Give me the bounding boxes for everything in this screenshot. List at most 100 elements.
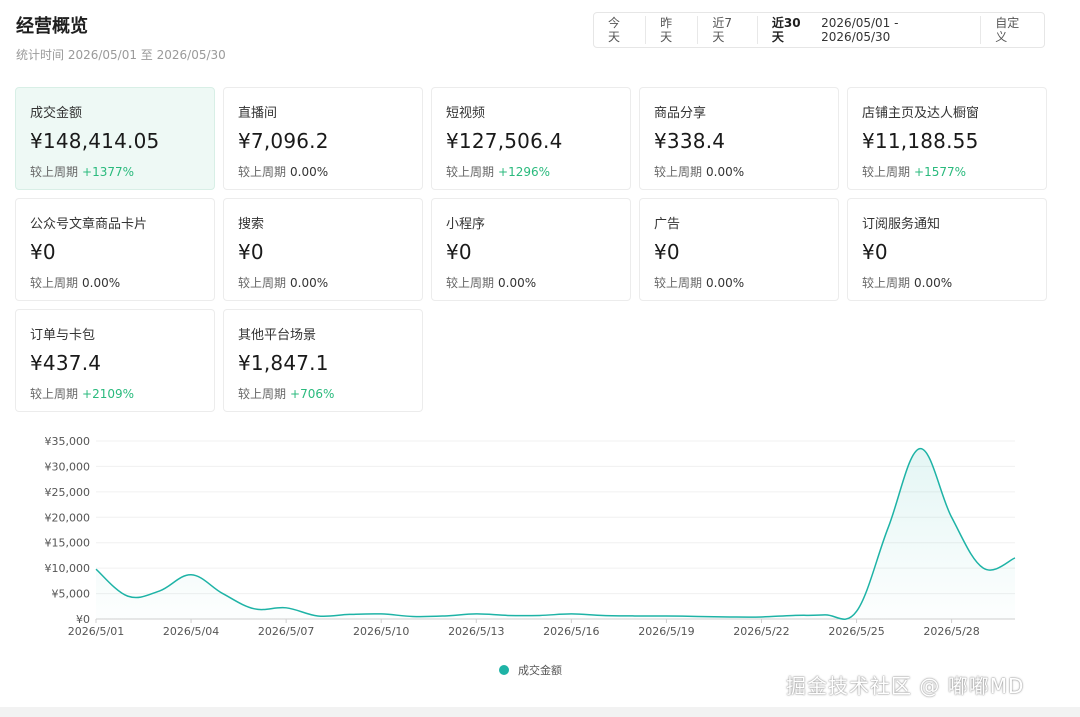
- card-label: 成交金额: [30, 106, 83, 121]
- card-label: 直播间: [238, 106, 278, 121]
- card-label: 店铺主页及达人橱窗: [862, 106, 980, 121]
- y-tick-label: ¥35,000: [45, 435, 91, 448]
- card-compare: 较上周期 +1577%: [862, 163, 1032, 180]
- card-label: 搜索: [238, 217, 265, 232]
- x-tick-label: 2026/5/13: [448, 625, 504, 638]
- compare-label: 较上周期: [30, 276, 79, 290]
- card-value: ¥437.4: [30, 351, 102, 375]
- card-compare: 较上周期 +1377%: [30, 163, 200, 180]
- metric-card-subscription[interactable]: 订阅服务通知 ¥0 较上周期 0.00%: [847, 198, 1047, 301]
- compare-label: 较上周期: [238, 165, 287, 179]
- x-tick-label: 2026/5/01: [68, 625, 124, 638]
- x-tick-label: 2026/5/10: [353, 625, 409, 638]
- card-label: 广告: [654, 217, 681, 232]
- card-value: ¥0: [30, 240, 56, 264]
- compare-percent: 0.00%: [82, 276, 121, 290]
- compare-percent: +1577%: [914, 165, 967, 179]
- compare-label: 较上周期: [30, 387, 79, 401]
- card-compare: 较上周期 0.00%: [654, 163, 824, 180]
- compare-percent: 0.00%: [290, 165, 329, 179]
- metric-cards: 成交金额 ¥148,414.05 较上周期 +1377% 直播间 ¥7,096.2…: [15, 87, 1047, 412]
- card-value: ¥0: [654, 240, 680, 264]
- compare-percent: 0.00%: [706, 165, 745, 179]
- metric-card-article-card[interactable]: 公众号文章商品卡片 ¥0 较上周期 0.00%: [15, 198, 215, 301]
- metric-card-mini-program[interactable]: 小程序 ¥0 较上周期 0.00%: [431, 198, 631, 301]
- card-label: 短视频: [446, 106, 486, 121]
- card-value: ¥11,188.55: [862, 129, 979, 153]
- range-last7-button[interactable]: 近7天: [698, 16, 758, 44]
- compare-label: 较上周期: [654, 276, 703, 290]
- range-today-button[interactable]: 今天: [594, 16, 647, 44]
- card-value: ¥338.4: [654, 129, 726, 153]
- card-compare: 较上周期 0.00%: [30, 274, 200, 291]
- y-tick-label: ¥10,000: [45, 562, 91, 575]
- page-header: 经营概览 统计时间 2026/05/01 至 2026/05/30: [16, 12, 226, 63]
- y-tick-label: ¥20,000: [45, 511, 91, 524]
- x-tick-label: 2026/5/25: [828, 625, 884, 638]
- compare-label: 较上周期: [238, 387, 287, 401]
- card-compare: 较上周期 0.00%: [238, 274, 408, 291]
- y-tick-label: ¥30,000: [45, 460, 91, 473]
- x-tick-label: 2026/5/04: [163, 625, 219, 638]
- x-tick-label: 2026/5/19: [638, 625, 694, 638]
- card-label: 小程序: [446, 217, 486, 232]
- compare-label: 较上周期: [862, 165, 911, 179]
- legend-marker: [499, 665, 509, 675]
- x-tick-label: 2026/5/07: [258, 625, 314, 638]
- metric-card-other-platform[interactable]: 其他平台场景 ¥1,847.1 较上周期 +706%: [223, 309, 423, 412]
- chart-svg: ¥0¥5,000¥10,000¥15,000¥20,000¥25,000¥30,…: [45, 435, 1016, 638]
- x-tick-label: 2026/5/16: [543, 625, 599, 638]
- range-dates-display[interactable]: 2026/05/01 - 2026/05/30: [821, 16, 982, 44]
- compare-percent: +1296%: [498, 165, 551, 179]
- compare-percent: 0.00%: [914, 276, 953, 290]
- compare-label: 较上周期: [862, 276, 911, 290]
- card-compare: 较上周期 0.00%: [238, 163, 408, 180]
- stat-period: 统计时间 2026/05/01 至 2026/05/30: [16, 48, 226, 62]
- card-compare: 较上周期 0.00%: [654, 274, 824, 291]
- card-value: ¥1,847.1: [238, 351, 329, 375]
- card-compare: 较上周期 +706%: [238, 385, 408, 402]
- compare-percent: +1377%: [82, 165, 135, 179]
- card-value: ¥148,414.05: [30, 129, 160, 153]
- y-tick-label: ¥15,000: [45, 537, 91, 550]
- range-last30-button[interactable]: 近30天: [758, 16, 821, 44]
- card-value: ¥0: [446, 240, 472, 264]
- compare-label: 较上周期: [446, 276, 495, 290]
- metric-card-short-video[interactable]: 短视频 ¥127,506.4 较上周期 +1296%: [431, 87, 631, 190]
- x-tick-label: 2026/5/28: [923, 625, 979, 638]
- x-tick-label: 2026/5/22: [733, 625, 789, 638]
- metric-card-shop-window[interactable]: 店铺主页及达人橱窗 ¥11,188.55 较上周期 +1577%: [847, 87, 1047, 190]
- metric-card-search[interactable]: 搜索 ¥0 较上周期 0.00%: [223, 198, 423, 301]
- compare-label: 较上周期: [30, 165, 79, 179]
- bottom-bar: [0, 707, 1080, 717]
- metric-card-live[interactable]: 直播间 ¥7,096.2 较上周期 0.00%: [223, 87, 423, 190]
- card-value: ¥7,096.2: [238, 129, 329, 153]
- card-label: 订阅服务通知: [862, 217, 941, 232]
- range-yesterday-button[interactable]: 昨天: [646, 16, 699, 44]
- compare-percent: +2109%: [82, 387, 135, 401]
- y-tick-label: ¥5,000: [52, 588, 91, 601]
- metric-card-ads[interactable]: 广告 ¥0 较上周期 0.00%: [639, 198, 839, 301]
- legend-label: 成交金额: [518, 664, 562, 677]
- page-title: 经营概览: [16, 16, 88, 37]
- metric-card-product-share[interactable]: 商品分享 ¥338.4 较上周期 0.00%: [639, 87, 839, 190]
- card-value: ¥0: [238, 240, 264, 264]
- date-range-selector: 今天 昨天 近7天 近30天 2026/05/01 - 2026/05/30 自…: [593, 12, 1045, 48]
- chart-legend[interactable]: 成交金额: [499, 662, 562, 678]
- metric-card-total[interactable]: 成交金额 ¥148,414.05 较上周期 +1377%: [15, 87, 215, 190]
- watermark: 掘金技术社区 @ 嘟嘟MD: [786, 674, 1025, 698]
- card-value: ¥127,506.4: [446, 129, 563, 153]
- card-label: 公众号文章商品卡片: [30, 217, 148, 232]
- card-label: 订单与卡包: [30, 328, 96, 343]
- sales-trend-chart: ¥0 ¥5,000 ¥10,000 ¥15,000 ¥20,000 ¥25,000 ¥30,…: [0, 425, 1080, 685]
- metric-card-orders[interactable]: 订单与卡包 ¥437.4 较上周期 +2109%: [15, 309, 215, 412]
- card-label: 其他平台场景: [238, 328, 317, 343]
- compare-label: 较上周期: [238, 276, 287, 290]
- compare-percent: 0.00%: [706, 276, 745, 290]
- y-tick-label: ¥25,000: [45, 486, 91, 499]
- range-custom-button[interactable]: 自定义: [981, 16, 1044, 44]
- compare-percent: 0.00%: [290, 276, 329, 290]
- compare-label: 较上周期: [446, 165, 495, 179]
- card-compare: 较上周期 0.00%: [446, 274, 616, 291]
- compare-percent: +706%: [290, 387, 335, 401]
